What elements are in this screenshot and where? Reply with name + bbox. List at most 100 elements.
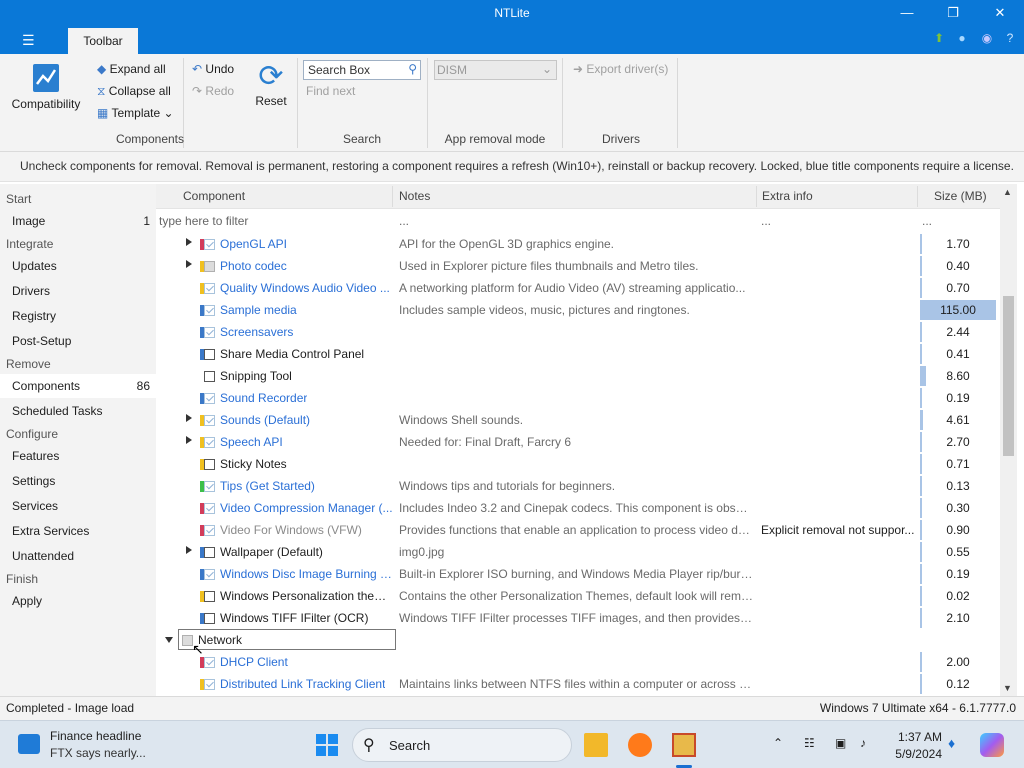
sidebar-item-unattended[interactable]: Unattended — [0, 544, 156, 568]
expand-arrow-icon[interactable] — [186, 238, 192, 246]
taskbar-search[interactable]: ⚲ Search — [352, 728, 572, 762]
table-row[interactable]: Speech API Needed for: Final Draft, Farcr… — [156, 431, 1000, 453]
compatibility-button[interactable]: Compatibility — [10, 62, 82, 111]
sidebar-item-drivers[interactable]: Drivers — [0, 279, 156, 303]
update-arrow-icon[interactable]: ⬆ — [932, 31, 946, 45]
notification-bell-icon[interactable]: ♦ — [948, 735, 955, 751]
checkbox[interactable] — [204, 613, 215, 624]
checkbox[interactable] — [204, 657, 215, 668]
filter-notes[interactable]: ... — [399, 214, 409, 228]
undo-button[interactable]: ↶ Undo — [192, 62, 234, 76]
help-icon[interactable]: ? — [1003, 31, 1017, 45]
collapse-all-button[interactable]: ⧖ Collapse all — [97, 84, 171, 99]
checkbox[interactable] — [204, 349, 215, 360]
news-title[interactable]: Finance headline — [50, 729, 141, 743]
table-row[interactable]: Share Media Control Panel 0.41 — [156, 343, 1000, 365]
tab-toolbar[interactable]: Toolbar — [68, 28, 138, 54]
checkbox[interactable] — [204, 547, 215, 558]
checkbox[interactable] — [204, 393, 215, 404]
table-row[interactable]: Sticky Notes 0.71 — [156, 453, 1000, 475]
table-row[interactable]: Windows TIFF IFilter (OCR) Windows TIFF I… — [156, 607, 1000, 629]
table-row[interactable]: Sample media Includes sample videos, musi… — [156, 299, 1000, 321]
ntlite-taskbar-icon[interactable] — [672, 733, 696, 757]
checkbox[interactable] — [204, 679, 215, 690]
sidebar-item-image[interactable]: Image 1 — [0, 209, 156, 233]
expand-arrow-icon[interactable] — [186, 546, 192, 554]
sidebar-item-features[interactable]: Features — [0, 444, 156, 468]
table-row[interactable]: Video For Windows (VFW) Provides function… — [156, 519, 1000, 541]
scroll-thumb[interactable] — [1003, 296, 1014, 456]
windows-start-icon[interactable] — [316, 734, 338, 756]
clock-time[interactable]: 1:37 AM — [896, 730, 942, 744]
sidebar-item-settings[interactable]: Settings — [0, 469, 156, 493]
firefox-icon[interactable] — [628, 733, 652, 757]
checkbox[interactable] — [204, 305, 215, 316]
column-header-extra-info[interactable]: Extra info — [762, 189, 813, 203]
table-row[interactable]: Photo codec Used in Explorer picture file… — [156, 255, 1000, 277]
export-drivers-button[interactable]: ➜ Export driver(s) — [573, 62, 668, 76]
checkbox[interactable] — [204, 437, 215, 448]
checkbox[interactable] — [204, 503, 215, 514]
sidebar-item-post-setup[interactable]: Post-Setup — [0, 329, 156, 353]
search-icon[interactable]: ⚲ — [408, 62, 417, 76]
expand-arrow-icon[interactable] — [186, 260, 192, 268]
volume-icon[interactable]: ♪ — [860, 736, 866, 750]
checkbox[interactable] — [204, 239, 215, 250]
checkbox[interactable] — [204, 525, 215, 536]
table-row[interactable]: Quality Windows Audio Video ... A network… — [156, 277, 1000, 299]
table-row[interactable]: Sound Recorder 0.19 — [156, 387, 1000, 409]
minimize-button[interactable]: — — [884, 3, 930, 23]
clock-date[interactable]: 5/9/2024 — [890, 747, 942, 761]
search-input[interactable]: Search Box ⚲ — [303, 60, 421, 80]
reset-button[interactable]: ⟳ Reset — [254, 60, 288, 108]
scroll-down-icon[interactable]: ▼ — [1003, 683, 1012, 693]
table-row[interactable]: Snipping Tool 8.60 — [156, 365, 1000, 387]
file-explorer-icon[interactable] — [584, 733, 608, 757]
sidebar-item-apply[interactable]: Apply — [0, 589, 156, 613]
sidebar-item-scheduled-tasks[interactable]: Scheduled Tasks — [0, 399, 156, 423]
display-icon[interactable]: ▣ — [835, 736, 846, 750]
collapse-arrow-icon[interactable] — [165, 637, 173, 643]
chevron-up-icon[interactable]: ⌃ — [773, 736, 783, 750]
table-row[interactable]: Screensavers 2.44 — [156, 321, 1000, 343]
twitter-icon[interactable]: ● — [955, 31, 969, 45]
table-row[interactable]: DHCP Client 2.00 — [156, 651, 1000, 673]
checkbox[interactable] — [204, 415, 215, 426]
find-next-button[interactable]: Find next — [306, 84, 355, 98]
scroll-up-icon[interactable]: ▲ — [1003, 187, 1012, 197]
checkbox[interactable] — [204, 283, 215, 294]
sidebar-item-registry[interactable]: Registry — [0, 304, 156, 328]
table-row[interactable]: Sounds (Default) Windows Shell sounds. 4.6… — [156, 409, 1000, 431]
table-row[interactable]: Tips (Get Started) Windows tips and tutor… — [156, 475, 1000, 497]
checkbox[interactable] — [204, 327, 215, 338]
sidebar-item-updates[interactable]: Updates — [0, 254, 156, 278]
table-row[interactable]: OpenGL API API for the OpenGL 3D graphics… — [156, 233, 1000, 255]
filter-extra[interactable]: ... — [761, 214, 771, 228]
news-icon[interactable] — [18, 734, 40, 754]
checkbox[interactable] — [204, 261, 215, 272]
table-row[interactable]: Wallpaper (Default) img0.jpg 0.55 — [156, 541, 1000, 563]
checkbox[interactable] — [204, 481, 215, 492]
app-removal-select[interactable]: DISM ⌄ — [434, 60, 557, 80]
sidebar-item-components[interactable]: Components 86 — [0, 374, 156, 398]
expand-all-button[interactable]: ◆ Expand all — [97, 62, 166, 76]
table-row[interactable]: Video Compression Manager (... Includes I… — [156, 497, 1000, 519]
redo-button[interactable]: ↷ Redo — [192, 84, 234, 98]
checkbox[interactable] — [204, 371, 215, 382]
template-button[interactable]: ▦ Template ⌄ — [97, 106, 174, 120]
sidebar-item-extra-services[interactable]: Extra Services — [0, 519, 156, 543]
table-row[interactable]: Distributed Link Tracking Client Maintain… — [156, 673, 1000, 695]
hamburger-icon[interactable]: ☰ — [22, 32, 35, 49]
column-header-size[interactable]: Size (MB) — [934, 189, 987, 203]
checkbox[interactable] — [204, 569, 215, 580]
checkbox[interactable] — [204, 459, 215, 470]
vertical-scrollbar[interactable]: ▲ ▼ — [1000, 184, 1017, 696]
maximize-button[interactable]: ❐ — [930, 3, 976, 23]
sidebar-item-services[interactable]: Services — [0, 494, 156, 518]
filter-row[interactable]: type here to filter ... ... ... — [156, 209, 1000, 231]
table-row[interactable]: Windows Disc Image Burning T... Built-in … — [156, 563, 1000, 585]
checkbox[interactable] — [204, 591, 215, 602]
network-icon[interactable]: ☷ — [804, 736, 815, 750]
column-header-component[interactable]: Component — [183, 189, 245, 203]
table-row[interactable]: Windows Personalization themes Contains t… — [156, 585, 1000, 607]
